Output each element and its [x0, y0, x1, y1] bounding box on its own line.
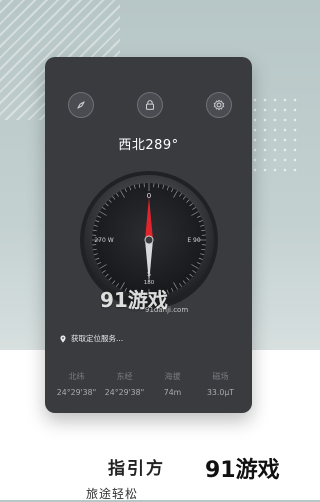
stat-longitude: 东经 24°29'38" — [101, 371, 148, 397]
promo-subtitle: 旅途轻松 — [86, 485, 138, 502]
stat-label: 东经 — [101, 371, 148, 382]
promo-title: 指引方 — [108, 454, 165, 479]
heading-readout: 西北289° — [45, 134, 252, 153]
location-pin-icon — [59, 335, 67, 343]
stat-label: 海拔 — [149, 371, 196, 382]
compass-needle-icon[interactable] — [68, 92, 94, 118]
gear-icon[interactable] — [206, 92, 232, 118]
stats-row: 北纬 24°29'38" 东经 24°29'38" 海拔 74m 磁场 33.0… — [53, 371, 244, 397]
stat-label: 北纬 — [53, 371, 100, 382]
stat-value: 74m — [149, 388, 196, 397]
stat-magnetic-field: 磁场 33.0μT — [197, 371, 244, 397]
location-status: 获取定位服务... — [59, 333, 123, 344]
stat-value: 24°29'38" — [101, 388, 148, 397]
stat-value: 24°29'38" — [53, 388, 100, 397]
watermark-url: 91danji.com — [145, 306, 188, 314]
lock-icon[interactable] — [137, 92, 163, 118]
compass-app-screen: 西北289° 0 270 W E 90 S 180 — [45, 57, 252, 413]
stat-latitude: 北纬 24°29'38" — [53, 371, 100, 397]
location-text: 获取定位服务... — [71, 333, 123, 344]
compass-east-label: E 90 — [187, 237, 201, 244]
stat-value: 33.0μT — [197, 388, 244, 397]
brand-logo: 91游戏 — [205, 452, 280, 484]
compass-west-label: 270 W — [94, 237, 113, 244]
stat-altitude: 海拔 74m — [149, 371, 196, 397]
stat-label: 磁场 — [197, 371, 244, 382]
